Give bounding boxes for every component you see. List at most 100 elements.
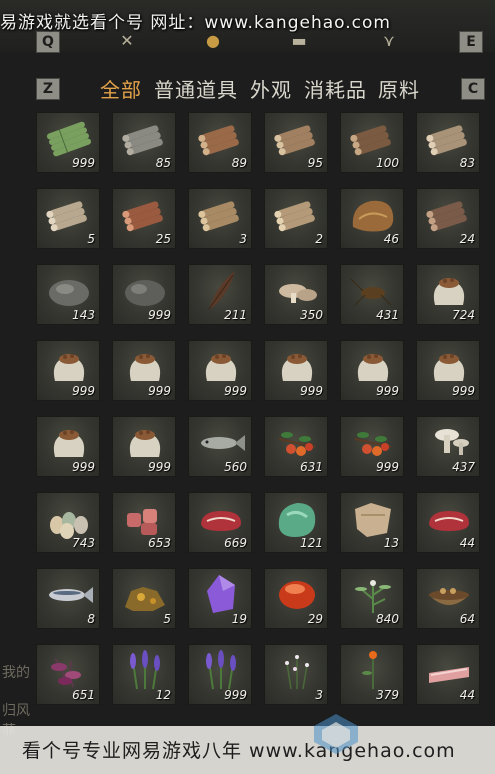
stone-dark-icon bbox=[113, 265, 177, 313]
tab-consumables[interactable]: 消耗品 bbox=[304, 74, 367, 103]
inventory-slot[interactable]: 999 bbox=[36, 416, 100, 477]
inventory-slot[interactable]: 3 bbox=[188, 188, 252, 249]
inventory-slot[interactable]: 95 bbox=[264, 112, 328, 173]
inventory-slot[interactable]: 24 bbox=[416, 188, 480, 249]
hotkey-q[interactable]: Q bbox=[36, 31, 60, 53]
seed-sack-icon bbox=[189, 341, 253, 389]
money-pouch-icon[interactable]: ● bbox=[202, 30, 224, 50]
item-count: 999 bbox=[148, 308, 171, 322]
item-count: 651 bbox=[72, 688, 95, 702]
inventory-slot[interactable]: 2 bbox=[264, 188, 328, 249]
inventory-slot[interactable]: 8 bbox=[36, 568, 100, 629]
inventory-slot[interactable]: 651 bbox=[36, 644, 100, 705]
inventory-slot[interactable]: 44 bbox=[416, 644, 480, 705]
hotkey-z[interactable]: Z bbox=[36, 78, 60, 100]
item-count: 999 bbox=[148, 384, 171, 398]
inventory-slot[interactable]: 83 bbox=[416, 112, 480, 173]
purple-flower-icon bbox=[37, 645, 101, 693]
tab-appearance[interactable]: 外观 bbox=[250, 74, 292, 103]
inventory-slot[interactable]: 999 bbox=[36, 112, 100, 173]
logs-brown-icon bbox=[189, 113, 253, 161]
inventory-slot[interactable]: 44 bbox=[416, 492, 480, 553]
item-count: 999 bbox=[224, 384, 247, 398]
item-count: 999 bbox=[72, 460, 95, 474]
inventory-slot[interactable]: 999 bbox=[188, 644, 252, 705]
inventory-slot[interactable]: 29 bbox=[264, 568, 328, 629]
salmon-icon bbox=[37, 569, 101, 617]
logs-red-icon bbox=[113, 189, 177, 237]
tab-all[interactable]: 全部 bbox=[100, 74, 142, 103]
inventory-slot[interactable]: 724 bbox=[416, 264, 480, 325]
inventory-slot[interactable]: 560 bbox=[188, 416, 252, 477]
inventory-slot[interactable]: 669 bbox=[188, 492, 252, 553]
seed-sack-icon bbox=[417, 341, 481, 389]
inventory-slot[interactable]: 121 bbox=[264, 492, 328, 553]
inventory-slot[interactable]: 431 bbox=[340, 264, 404, 325]
item-count: 999 bbox=[72, 156, 95, 170]
inventory-slot[interactable]: 999 bbox=[112, 340, 176, 401]
inventory-slot[interactable]: 100 bbox=[340, 112, 404, 173]
inventory-slot[interactable]: 999 bbox=[340, 340, 404, 401]
inventory-slot[interactable]: 12 bbox=[112, 644, 176, 705]
item-count: 999 bbox=[224, 688, 247, 702]
inventory-slot[interactable]: 5 bbox=[112, 568, 176, 629]
item-count: 100 bbox=[376, 156, 399, 170]
item-count: 999 bbox=[452, 384, 475, 398]
scroll-icon[interactable]: ▬ bbox=[288, 30, 310, 50]
inventory-slot[interactable]: 840 bbox=[340, 568, 404, 629]
inventory-slot[interactable]: 999 bbox=[340, 416, 404, 477]
inventory-slot[interactable]: 143 bbox=[36, 264, 100, 325]
lavender-icon bbox=[113, 645, 177, 693]
inventory-slot[interactable]: 350 bbox=[264, 264, 328, 325]
inventory-slot[interactable]: 85 bbox=[112, 112, 176, 173]
amethyst-icon bbox=[189, 569, 253, 617]
inventory-slot[interactable]: 999 bbox=[264, 340, 328, 401]
hide-icon bbox=[341, 493, 405, 541]
left-side-panel: 我的 归风菲 bbox=[0, 640, 36, 739]
inventory-slot[interactable]: 437 bbox=[416, 416, 480, 477]
feather-icon bbox=[189, 265, 253, 313]
inventory-slot[interactable]: 46 bbox=[340, 188, 404, 249]
inventory-slot[interactable]: 999 bbox=[416, 340, 480, 401]
inventory-slot[interactable]: 653 bbox=[112, 492, 176, 553]
item-count: 46 bbox=[383, 232, 399, 246]
item-count: 669 bbox=[224, 536, 247, 550]
tab-materials[interactable]: 原料 bbox=[378, 74, 420, 103]
inventory-slot[interactable]: 64 bbox=[416, 568, 480, 629]
item-count: 83 bbox=[459, 156, 475, 170]
item-count: 25 bbox=[155, 232, 171, 246]
watermark-bottom-bar: 看个号专业网易游戏八年 www.kangehao.com bbox=[0, 726, 495, 774]
inventory-slot[interactable]: 211 bbox=[188, 264, 252, 325]
inventory-slot[interactable]: 19 bbox=[188, 568, 252, 629]
item-count: 653 bbox=[148, 536, 171, 550]
inventory-slot[interactable]: 999 bbox=[36, 340, 100, 401]
inventory-slot[interactable]: 25 bbox=[112, 188, 176, 249]
inventory-slot[interactable]: 89 bbox=[188, 112, 252, 173]
inventory-slot[interactable]: 631 bbox=[264, 416, 328, 477]
eggs-icon bbox=[37, 493, 101, 541]
tab-normal-items[interactable]: 普通道具 bbox=[154, 74, 238, 103]
inventory-slot[interactable]: 3 bbox=[264, 644, 328, 705]
hotkey-e[interactable]: E bbox=[459, 31, 483, 53]
item-count: 999 bbox=[72, 384, 95, 398]
item-count: 13 bbox=[383, 536, 399, 550]
inventory-slot[interactable]: 379 bbox=[340, 644, 404, 705]
seed-sack-icon bbox=[113, 341, 177, 389]
inventory-slot[interactable]: 13 bbox=[340, 492, 404, 553]
inventory-slot[interactable]: 999 bbox=[188, 340, 252, 401]
seed-sack-icon bbox=[265, 341, 329, 389]
red-gem-icon bbox=[265, 569, 329, 617]
item-count: 631 bbox=[300, 460, 323, 474]
crossed-swords-icon[interactable]: ✕ bbox=[116, 30, 138, 50]
inventory-slot[interactable]: 999 bbox=[112, 264, 176, 325]
chevrons-icon[interactable]: ⋎ bbox=[378, 30, 400, 50]
inventory-slot[interactable]: 5 bbox=[36, 188, 100, 249]
fish-icon bbox=[189, 417, 253, 465]
item-count: 211 bbox=[224, 308, 247, 322]
inventory-slot[interactable]: 743 bbox=[36, 492, 100, 553]
inventory-slot[interactable]: 999 bbox=[112, 416, 176, 477]
hotkey-c[interactable]: C bbox=[461, 78, 485, 100]
lavender-icon bbox=[189, 645, 253, 693]
berry-branch-icon bbox=[341, 417, 405, 465]
stone-icon bbox=[37, 265, 101, 313]
